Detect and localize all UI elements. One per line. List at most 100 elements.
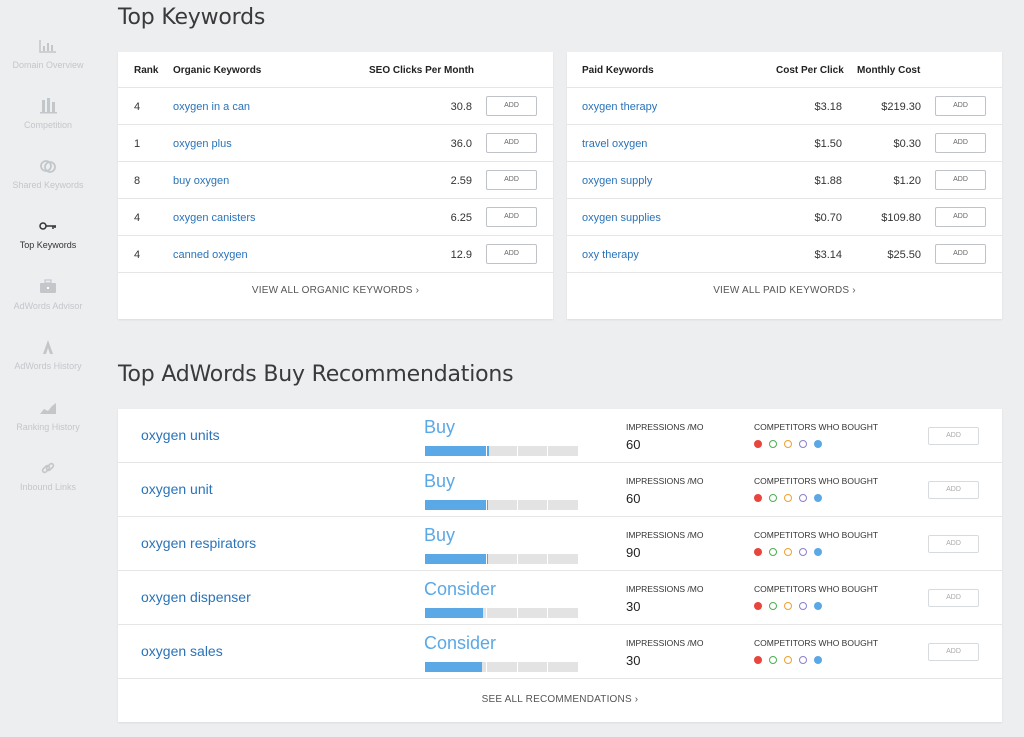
rank-cell: 8 [134,175,141,187]
monthly-cost-cell: $109.80 [881,212,921,224]
add-button[interactable]: ADD [935,244,986,264]
table-row: oxygen therapy $3.18 $219.30 ADD [567,88,1002,125]
competitor-dot [769,602,777,610]
recommendation-verdict: Buy [424,471,456,491]
keyword-link[interactable]: oxy therapy [582,249,639,261]
recommendation-row: oxygen respirators Buy IMPRESSIONS /MO 90 CO… [118,517,1002,571]
sidebar-item-adwords-history[interactable]: AdWords History [0,339,96,371]
column-header-seo-clicks: SEO Clicks Per Month [369,65,475,76]
clicks-cell: 36.0 [450,138,472,150]
strength-bar-fill [425,446,490,456]
monthly-cost-cell: $25.50 [887,249,921,261]
impressions-value: 30 [626,653,641,668]
column-header-monthly-cost: Monthly Cost [857,65,921,76]
section-title-recommendations: Top AdWords Buy Recommendations [118,362,514,387]
add-button[interactable]: ADD [935,170,986,190]
key-icon [39,222,56,230]
clicks-cell: 6.25 [450,212,472,224]
competitor-dot [799,548,807,556]
recommendation-keyword-link[interactable]: oxygen dispenser [141,589,251,605]
add-button[interactable]: ADD [486,133,537,153]
strength-bar-divider [547,608,549,618]
table-row: travel oxygen $1.50 $0.30 ADD [567,125,1002,162]
clicks-cell: 30.8 [450,101,472,113]
recommendation-keyword-link[interactable]: oxygen units [141,427,220,443]
add-button[interactable]: ADD [486,96,537,116]
recommendation-row: oxygen sales Consider IMPRESSIONS /MO 30 COM… [118,625,1002,679]
link-icon [41,462,55,474]
sidebar-item-label: Shared Keywords [12,180,84,190]
strength-bar-divider [516,608,518,618]
add-button[interactable]: ADD [928,481,979,499]
recommendation-keyword-link[interactable]: oxygen unit [141,481,213,497]
competitors-label: COMPETITORS WHO BOUGHT [754,422,879,432]
sidebar-item-domain-overview[interactable]: Domain Overview [0,38,96,70]
recommendations-card: oxygen units Buy IMPRESSIONS /MO 60 COMPETIT… [118,409,1002,722]
sidebar-item-adwords-advisor[interactable]: AdWords Advisor [0,279,96,311]
strength-bar-divider [486,554,488,564]
strength-bar-divider [486,608,488,618]
add-button[interactable]: ADD [486,244,537,264]
see-all-recommendations-link[interactable]: SEE ALL RECOMMENDATIONS › [118,694,1002,705]
keyword-link[interactable]: oxygen in a can [173,101,250,113]
briefcase-icon [40,279,56,293]
sidebar-item-ranking-history[interactable]: Ranking History [0,400,96,432]
rank-cell: 1 [134,138,141,150]
recommendation-strength-bar [425,608,578,618]
competitor-dot [769,494,777,502]
add-button[interactable]: ADD [928,643,979,661]
column-header-cost-per-click: Cost Per Click [776,65,844,76]
strength-bar-divider [516,446,518,456]
add-button[interactable]: ADD [928,589,979,607]
sidebar-item-top-keywords[interactable]: Top Keywords [0,218,96,250]
recommendation-keyword-link[interactable]: oxygen respirators [141,535,256,551]
table-row: 4 oxygen canisters 6.25 ADD [118,199,553,236]
keyword-link[interactable]: oxygen supply [582,175,652,187]
column-header-organic-keywords: Organic Keywords [173,65,262,76]
competitor-dot [784,602,792,610]
keyword-link[interactable]: canned oxygen [173,249,248,261]
sidebar-item-competition[interactable]: Competition [0,98,96,130]
add-button[interactable]: ADD [935,96,986,116]
keyword-link[interactable]: travel oxygen [582,138,647,150]
adwords-logo-icon [43,340,53,354]
view-all-paid-keywords-link[interactable]: VIEW ALL PAID KEYWORDS › [567,285,1002,296]
add-button[interactable]: ADD [486,207,537,227]
competitor-dot [799,656,807,664]
keyword-link[interactable]: buy oxygen [173,175,229,187]
competitor-dot [814,440,822,448]
sidebar-item-inbound-links[interactable]: Inbound Links [0,460,96,492]
column-header-rank: Rank [134,65,159,76]
add-button[interactable]: ADD [928,535,979,553]
table-row: 4 oxygen in a can 30.8 ADD [118,88,553,125]
add-button[interactable]: ADD [935,207,986,227]
competitor-dot [754,440,762,448]
monthly-cost-cell: $219.30 [881,101,921,113]
strength-bar-fill [425,500,488,510]
add-button[interactable]: ADD [928,427,979,445]
keyword-link[interactable]: oxygen canisters [173,212,256,224]
sidebar-item-shared-keywords[interactable]: Shared Keywords [0,158,96,190]
recommendation-strength-bar [425,662,578,672]
strength-bar-fill [425,554,488,564]
competitor-dot [814,548,822,556]
keyword-link[interactable]: oxygen plus [173,138,232,150]
monthly-cost-cell: $1.20 [893,175,921,187]
impressions-label: IMPRESSIONS /MO [626,476,704,486]
recommendation-keyword-link[interactable]: oxygen sales [141,643,223,659]
rank-cell: 4 [134,101,141,113]
rank-cell: 4 [134,212,141,224]
view-all-organic-keywords-link[interactable]: VIEW ALL ORGANIC KEYWORDS › [118,285,553,296]
sidebar-item-label: AdWords Advisor [13,301,83,311]
table-row: oxygen supply $1.88 $1.20 ADD [567,162,1002,199]
table-header: Paid Keywords Cost Per Click Monthly Cos… [567,52,1002,88]
keyword-link[interactable]: oxygen therapy [582,101,657,113]
add-button[interactable]: ADD [935,133,986,153]
keyword-link[interactable]: oxygen supplies [582,212,661,224]
shared-circles-icon [40,160,56,173]
strength-bar-divider [516,500,518,510]
clicks-cell: 2.59 [450,175,472,187]
impressions-value: 60 [626,437,641,452]
add-button[interactable]: ADD [486,170,537,190]
competitor-dot [814,494,822,502]
